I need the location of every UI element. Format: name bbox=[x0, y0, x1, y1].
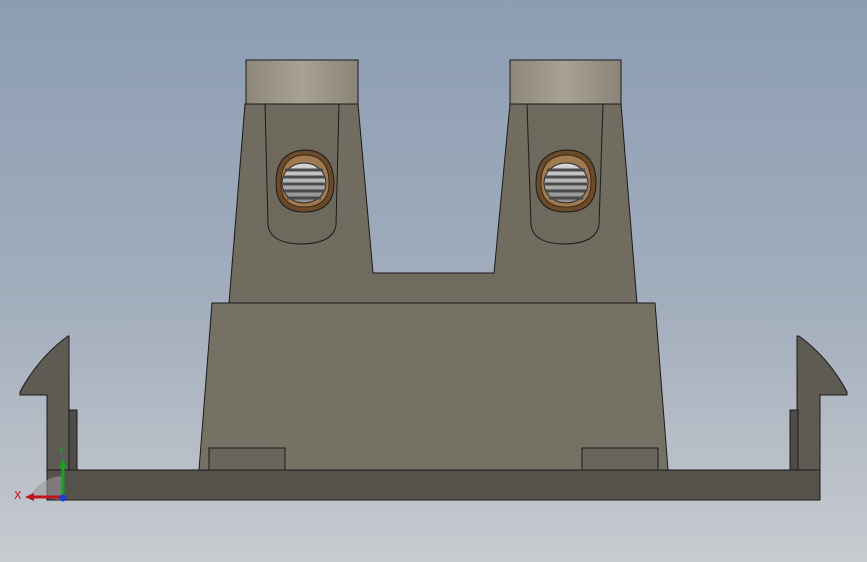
x-axis-arrowhead bbox=[25, 493, 34, 501]
cad-viewport[interactable]: Y X bbox=[0, 0, 867, 562]
right-foot bbox=[581, 447, 659, 471]
y-axis-label: Y bbox=[57, 445, 65, 458]
right-tower-cap bbox=[509, 59, 622, 105]
right-wire-hole bbox=[535, 149, 597, 213]
left-clip bbox=[19, 335, 78, 471]
left-wire-hole bbox=[275, 149, 335, 213]
lower-housing bbox=[198, 302, 669, 471]
left-foot bbox=[208, 447, 286, 471]
model-view[interactable]: Y X bbox=[0, 0, 867, 562]
left-tower-cap bbox=[245, 59, 359, 105]
base-plate bbox=[46, 469, 821, 501]
z-axis-dot bbox=[59, 494, 67, 502]
x-axis-label: X bbox=[14, 489, 22, 502]
right-clip bbox=[789, 335, 848, 471]
